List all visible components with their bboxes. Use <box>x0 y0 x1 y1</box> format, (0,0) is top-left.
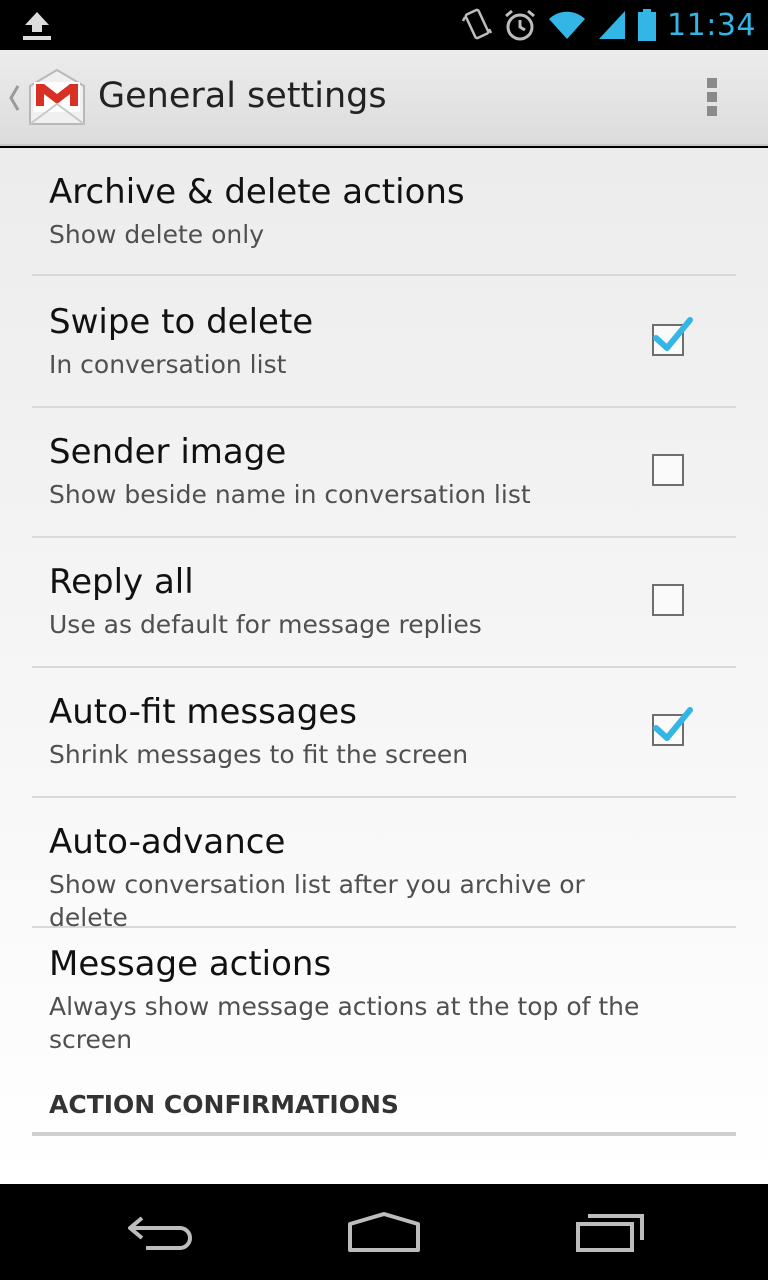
pref-swipe-to-delete[interactable]: Swipe to delete In conversation list <box>32 278 736 408</box>
pref-title: Reply all <box>49 562 194 602</box>
vibrate-icon <box>461 8 493 40</box>
pref-title: Swipe to delete <box>49 302 314 342</box>
pref-summary: In conversation list <box>49 350 287 379</box>
pref-reply-all[interactable]: Reply all Use as default for message rep… <box>32 540 736 668</box>
settings-list: Archive & delete actions Show delete onl… <box>0 148 768 1184</box>
status-icons: 11:34 <box>461 0 756 50</box>
pref-summary: Always show message actions at the top o… <box>49 992 640 1054</box>
back-icon[interactable] <box>124 1210 196 1254</box>
pref-summary: Show beside name in conversation list <box>49 480 531 509</box>
section-header-action-confirmations: ACTION CONFIRMATIONS <box>32 1086 736 1136</box>
sender-image-checkbox[interactable] <box>652 454 684 486</box>
pref-summary: Show delete only <box>49 220 264 249</box>
back-caret-icon[interactable] <box>8 82 20 114</box>
pref-sender-image[interactable]: Sender image Show beside name in convers… <box>32 410 736 538</box>
status-time: 11:34 <box>667 7 756 43</box>
action-bar: General settings <box>0 50 768 146</box>
gmail-logo-icon[interactable] <box>26 68 88 128</box>
section-header-label: ACTION CONFIRMATIONS <box>49 1090 399 1119</box>
checkmark-icon <box>653 317 693 351</box>
pref-title: Archive & delete actions <box>49 172 465 212</box>
alarm-icon <box>505 9 535 41</box>
pref-summary: Show conversation list after you archive… <box>49 870 585 932</box>
wifi-icon <box>549 11 586 39</box>
pref-title: Sender image <box>49 432 287 472</box>
overflow-menu-icon[interactable] <box>696 78 728 118</box>
auto-fit-messages-checkbox[interactable] <box>652 707 693 746</box>
recent-apps-icon[interactable] <box>574 1210 646 1254</box>
pref-summary: Use as default for message replies <box>49 610 482 639</box>
battery-icon <box>638 9 657 41</box>
navigation-bar <box>0 1184 768 1280</box>
pref-message-actions[interactable]: Message actions Always show message acti… <box>32 930 736 1080</box>
checkmark-icon <box>653 707 693 741</box>
pref-title: Auto-advance <box>49 822 286 862</box>
status-bar: 11:34 <box>0 0 768 50</box>
pref-archive-delete-actions[interactable]: Archive & delete actions Show delete onl… <box>32 148 736 276</box>
pref-summary: Shrink messages to fit the screen <box>49 740 469 769</box>
upload-icon <box>23 12 51 40</box>
pref-auto-fit-messages[interactable]: Auto-fit messages Shrink messages to fit… <box>32 670 736 798</box>
signal-icon <box>599 11 626 39</box>
reply-all-checkbox[interactable] <box>652 584 684 616</box>
pref-title: Message actions <box>49 944 332 984</box>
swipe-to-delete-checkbox[interactable] <box>652 317 693 356</box>
home-icon[interactable] <box>346 1210 422 1254</box>
pref-auto-advance[interactable]: Auto-advance Show conversation list afte… <box>32 800 736 932</box>
page-title: General settings <box>98 76 387 116</box>
pref-title: Auto-fit messages <box>49 692 357 732</box>
